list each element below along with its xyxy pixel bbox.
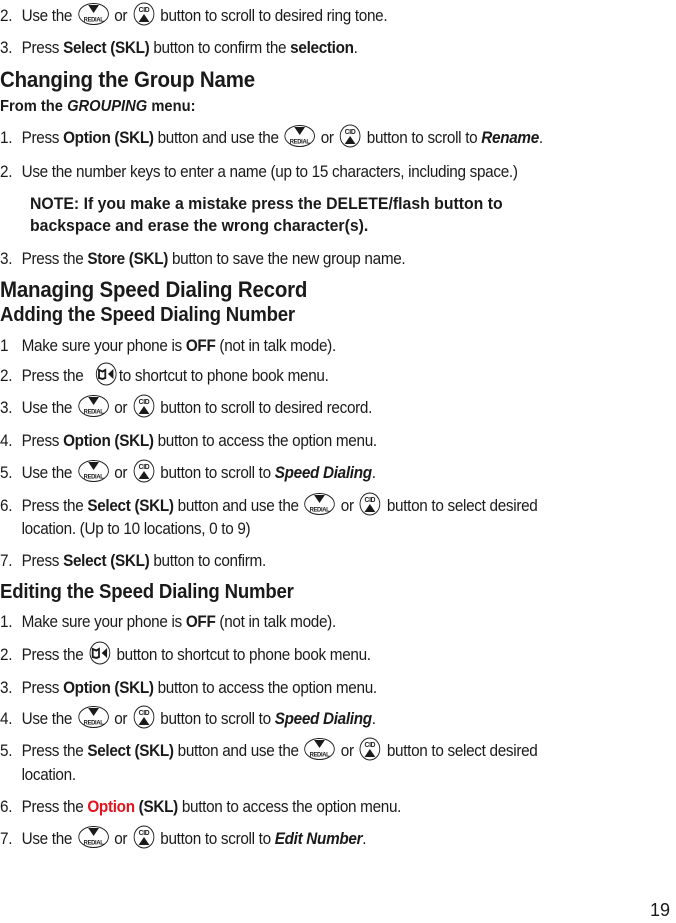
heading-changing-group-name: Changing the Group Name	[0, 67, 255, 92]
edit-step-7: 7. Use the or button to scroll to Edit Nu…	[0, 825, 367, 849]
subheading-from-grouping-menu: From the GROUPING menu:	[0, 98, 196, 115]
edit-step-5: 5. Press the Select (SKL) button and use …	[0, 737, 538, 761]
group-step-2: 2. Use the number keys to enter a name (u…	[0, 162, 518, 181]
add-step-3: 3. Use the or button to scroll to desired…	[0, 394, 372, 418]
heading-managing-speed-dialing: Managing Speed Dialing Record	[0, 277, 308, 302]
group-step-1: 1. Press Option (SKL) button and use the …	[0, 124, 543, 148]
redial-button-icon	[77, 825, 109, 849]
page-number: 19	[649, 900, 670, 920]
redial-button-icon	[304, 737, 336, 761]
cid-button-icon	[359, 737, 382, 761]
note-delete-flash: NOTE: If you make a mistake press the DE…	[30, 194, 503, 235]
phonebook-button-icon	[95, 361, 118, 386]
cid-button-icon	[132, 705, 155, 729]
redial-button-icon	[77, 394, 109, 418]
heading-adding-speed-dialing: Adding the Speed Dialing Number	[0, 304, 295, 326]
phonebook-button-icon	[88, 640, 111, 665]
add-step-1: 1 Make sure your phone is OFF (not in tal…	[0, 336, 336, 355]
add-step-7: 7. Press Select (SKL) button to confirm.	[0, 551, 266, 570]
edit-step-2: 2. Press the button to shortcut to phone …	[0, 640, 371, 665]
cid-button-icon	[339, 124, 362, 148]
option-highlight: Option	[87, 797, 135, 816]
cid-button-icon	[132, 2, 155, 26]
redial-button-icon	[77, 459, 109, 483]
step-confirm-selection: 3. Press Select (SKL) button to confirm t…	[0, 38, 358, 57]
edit-step-6: 6. Press the Option (SKL) button to acces…	[0, 797, 402, 816]
cid-button-icon	[132, 394, 155, 418]
add-step-4: 4. Press Option (SKL) button to access th…	[0, 431, 377, 450]
cid-button-icon	[359, 492, 382, 516]
add-step-5: 5. Use the or button to scroll to Speed D…	[0, 459, 376, 483]
edit-step-1: 1. Make sure your phone is OFF (not in ta…	[0, 612, 336, 631]
redial-button-icon	[77, 705, 109, 729]
edit-step-5-continued: location.	[21, 765, 76, 784]
add-step-2: 2. Press the to shortcut to phone book me…	[0, 361, 329, 386]
add-step-6-continued: location. (Up to 10 locations, 0 to 9)	[21, 519, 251, 538]
redial-button-icon	[304, 492, 336, 516]
edit-step-4: 4. Use the or button to scroll to Speed D…	[0, 705, 376, 729]
cid-button-icon	[132, 459, 155, 483]
heading-editing-speed-dialing: Editing the Speed Dialing Number	[0, 581, 294, 603]
step-ringtone-scroll: 2. Use the or button to scroll to desired…	[0, 2, 388, 26]
redial-button-icon	[284, 124, 316, 148]
redial-button-icon	[77, 2, 109, 26]
group-step-3: 3. Press the Store (SKL) button to save t…	[0, 249, 406, 268]
edit-step-3: 3. Press Option (SKL) button to access th…	[0, 678, 377, 697]
cid-button-icon	[132, 825, 155, 849]
add-step-6: 6. Press the Select (SKL) button and use …	[0, 492, 538, 516]
